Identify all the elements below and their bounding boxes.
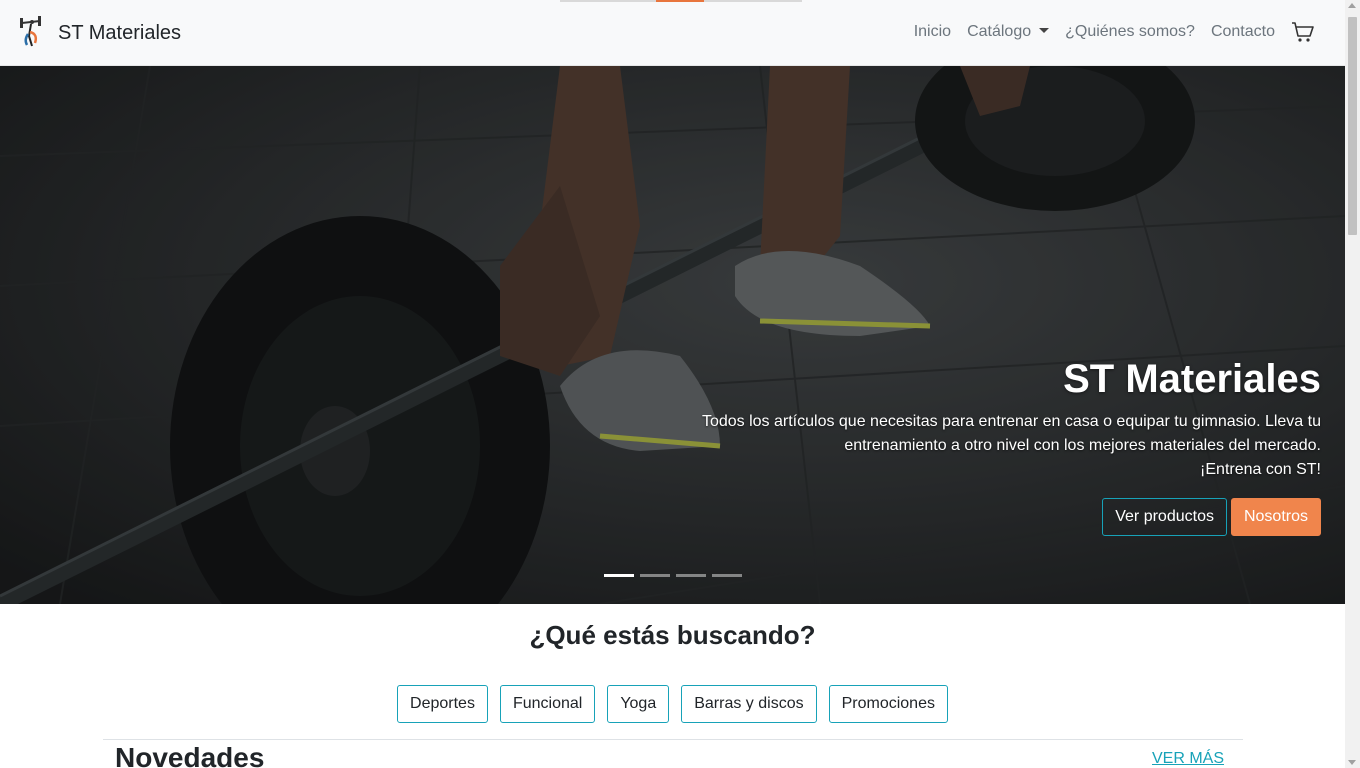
top-progress-accent [560, 0, 802, 2]
nav-link-contacto[interactable]: Contacto [1211, 23, 1275, 41]
hero-text-line-3: ¡Entrena con ST! [1200, 461, 1321, 478]
nav-link-catalogo-label: Catálogo [967, 23, 1032, 40]
scroll-up-arrow-icon[interactable] [1348, 3, 1356, 8]
hero-text-line-2: entrenamiento a otro nivel con los mejor… [844, 437, 1321, 454]
shopping-cart-icon[interactable] [1291, 20, 1315, 44]
nav-link-catalogo[interactable]: Catálogo [967, 23, 1050, 41]
hero-buttons: Ver productos Nosotros [681, 498, 1321, 536]
category-funcional-button[interactable]: Funcional [499, 685, 596, 723]
nav-link-quienes-somos[interactable]: ¿Quiénes somos? [1065, 23, 1195, 41]
brand[interactable]: ST Materiales [18, 16, 181, 50]
category-deportes-button[interactable]: Deportes [397, 685, 488, 723]
hero-carousel: ST Materiales Todos los artículos que ne… [0, 66, 1345, 604]
nav-link-inicio[interactable]: Inicio [914, 23, 951, 41]
carousel-indicator-3[interactable] [676, 574, 706, 577]
scroll-down-arrow-icon[interactable] [1348, 760, 1356, 765]
section-divider [103, 739, 1243, 740]
hero-title: ST Materiales [1063, 357, 1321, 401]
category-buttons: Deportes Funcional Yoga Barras y discos … [0, 685, 1345, 723]
carousel-indicator-2[interactable] [640, 574, 670, 577]
carousel-indicators [604, 574, 748, 577]
scrollbar-thumb[interactable] [1348, 17, 1357, 235]
carousel-indicator-1[interactable] [604, 574, 634, 577]
page-scrollbar[interactable] [1345, 0, 1360, 768]
navbar: ST Materiales Inicio Catálogo ¿Quiénes s… [0, 0, 1345, 66]
barbell-logo-icon [20, 16, 41, 47]
category-promociones-button[interactable]: Promociones [828, 685, 948, 723]
hero-caption: ST Materiales Todos los artículos que ne… [681, 356, 1321, 536]
about-us-button[interactable]: Nosotros [1230, 498, 1321, 536]
nav-links: Inicio Catálogo ¿Quiénes somos? Contacto [914, 20, 1315, 44]
news-section-title: Novedades [115, 742, 265, 768]
see-more-link[interactable]: VER MÁS [1152, 750, 1224, 768]
hero-description: Todos los artículos que necesitas para e… [681, 410, 1321, 482]
category-barras-discos-button[interactable]: Barras y discos [681, 685, 817, 723]
search-section-title: ¿Qué estás buscando? [529, 620, 816, 650]
hero-text-line-1: Todos los artículos que necesitas para e… [701, 413, 1321, 430]
carousel-indicator-4[interactable] [712, 574, 742, 577]
brand-name: ST Materiales [58, 21, 182, 44]
view-products-button[interactable]: Ver productos [1102, 498, 1227, 536]
category-yoga-button[interactable]: Yoga [607, 685, 670, 723]
chevron-down-icon [1039, 28, 1050, 33]
